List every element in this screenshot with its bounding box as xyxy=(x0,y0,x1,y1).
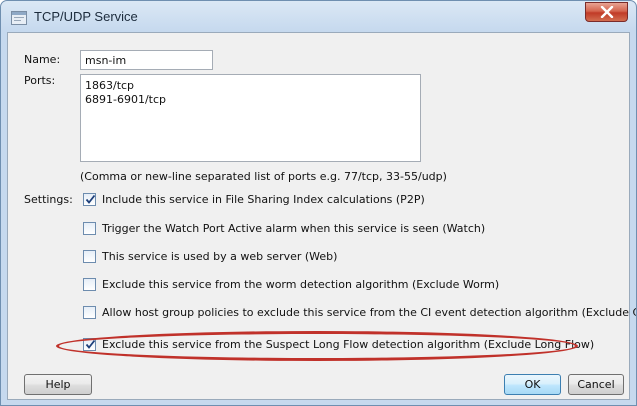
watch-label: Trigger the Watch Port Active alarm when… xyxy=(102,222,486,235)
close-button[interactable] xyxy=(585,2,628,22)
ok-button[interactable]: OK xyxy=(504,374,561,395)
ports-label: Ports: xyxy=(24,74,56,87)
p2p-checkbox[interactable] xyxy=(83,193,96,206)
web-checkbox[interactable] xyxy=(83,250,96,263)
window-title: TCP/UDP Service xyxy=(34,9,138,24)
close-icon xyxy=(600,6,614,18)
exclude-ci-event-checkbox[interactable] xyxy=(83,306,96,319)
ports-textarea[interactable]: 1863/tcp 6891-6901/tcp xyxy=(80,74,421,162)
highlight-oval xyxy=(56,331,578,361)
p2p-label: Include this service in File Sharing Ind… xyxy=(102,193,425,206)
name-input[interactable]: msn-im xyxy=(80,50,213,70)
ports-hint: (Comma or new-line separated list of por… xyxy=(80,170,447,183)
title-bar[interactable]: TCP/UDP Service xyxy=(1,1,636,32)
checkmark-icon xyxy=(85,194,96,204)
window-icon xyxy=(11,10,27,25)
cancel-button[interactable]: Cancel xyxy=(568,374,624,395)
dialog-content: Name: msn-im Ports: 1863/tcp 6891-6901/t… xyxy=(7,32,636,400)
settings-label: Settings: xyxy=(24,193,73,206)
dialog-window: TCP/UDP Service Name: msn-im Ports: 1863… xyxy=(0,0,637,406)
watch-checkbox[interactable] xyxy=(83,222,96,235)
name-label: Name: xyxy=(24,53,61,66)
exclude-ci-event-label: Allow host group policies to exclude thi… xyxy=(102,306,637,319)
help-button[interactable]: Help xyxy=(24,374,92,395)
exclude-worm-label: Exclude this service from the worm detec… xyxy=(102,278,500,291)
web-label: This service is used by a web server (We… xyxy=(102,250,338,263)
exclude-worm-checkbox[interactable] xyxy=(83,278,96,291)
